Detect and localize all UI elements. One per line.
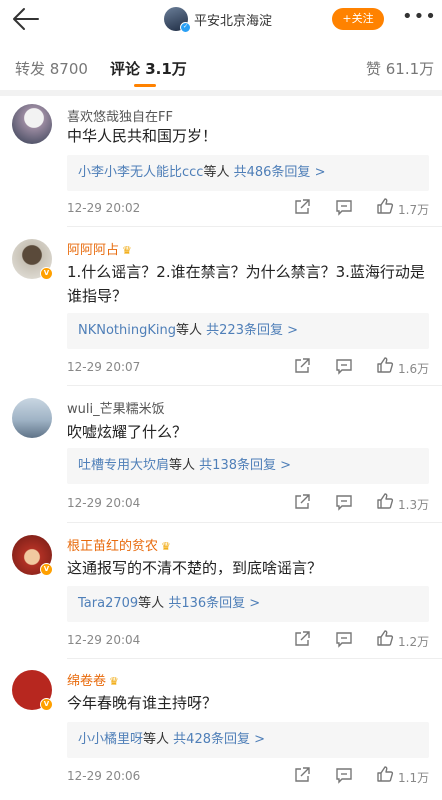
like-thumb-icon[interactable] <box>376 356 394 374</box>
comment-time: 12-29 20:04 <box>67 633 141 647</box>
chevron-right-icon: > <box>287 323 299 338</box>
tab-likes[interactable]: 赞 61.1万 <box>366 58 434 79</box>
tab-comments[interactable]: 评论 3.1万 <box>110 58 187 79</box>
chevron-right-icon: > <box>280 458 292 473</box>
like-thumb-icon[interactable] <box>376 765 394 783</box>
divider <box>67 226 442 227</box>
chevron-right-icon: > <box>249 596 261 611</box>
replies-preview[interactable]: 吐槽专用大坎肩等人 共138条回复 > <box>67 448 429 484</box>
replies-preview[interactable]: 小李小李无人能比ccc等人 共486条回复 > <box>67 155 429 191</box>
verified-badge-icon: ✓ <box>180 22 191 33</box>
crown-icon: ♛ <box>122 244 132 257</box>
like-count: 1.7万 <box>398 203 430 217</box>
reply-users: 吐槽专用大坎肩 <box>78 458 170 473</box>
section-divider <box>0 90 442 96</box>
reply-mid: 等人 <box>203 165 230 180</box>
follow-button[interactable]: +关注 <box>332 8 384 30</box>
replies-preview[interactable]: Tara2709等人 共136条回复 > <box>67 586 429 622</box>
comment-icon[interactable] <box>335 493 353 511</box>
replies-preview[interactable]: NKNothingKing等人 共223条回复 > <box>67 313 429 349</box>
user-avatar[interactable] <box>12 104 52 144</box>
account-header[interactable]: ✓ 平安北京海淀 <box>164 6 272 33</box>
like-count: 1.1万 <box>398 771 430 785</box>
share-icon[interactable] <box>293 357 311 375</box>
tab-repost[interactable]: 转发 8700 <box>15 58 88 79</box>
comment-username[interactable]: 喜欢悠哉独自在FF <box>67 106 173 125</box>
reply-users: NKNothingKing <box>78 323 176 338</box>
account-avatar[interactable]: ✓ <box>164 7 191 33</box>
account-name[interactable]: 平安北京海淀 <box>194 10 272 29</box>
comment-text: 1.什么谣言？2.谁在禁言？为什么禁言？3.蓝海行动是谁指导？ <box>67 263 425 305</box>
top-bar: ✓ 平安北京海淀 +关注 ••• <box>0 0 442 38</box>
reply-mid: 等人 <box>176 323 203 338</box>
comment-text: 这通报写的不清不楚的，到底啥谣言？ <box>67 559 323 577</box>
like-thumb-icon[interactable] <box>376 629 394 647</box>
divider <box>67 385 442 386</box>
like-thumb-icon[interactable] <box>376 492 394 510</box>
divider <box>67 658 442 659</box>
verified-badge-icon: V <box>40 698 53 711</box>
divider <box>67 522 442 523</box>
user-avatar[interactable] <box>12 398 52 438</box>
verified-badge-icon: V <box>40 267 53 280</box>
share-icon[interactable] <box>293 198 311 216</box>
comment-icon[interactable] <box>335 766 353 784</box>
crown-icon: ♛ <box>109 675 119 688</box>
like-count: 1.2万 <box>398 635 430 649</box>
reply-mid: 等人 <box>138 596 165 611</box>
comment-username[interactable]: wuli_芒果糯米饭 <box>67 398 165 417</box>
reply-users: 小小橘里呀 <box>78 732 144 747</box>
like-count: 1.3万 <box>398 498 430 512</box>
comment-text: 中华人民共和国万岁！ <box>67 127 218 145</box>
share-icon[interactable] <box>293 630 311 648</box>
replies-preview[interactable]: 小小橘里呀等人 共428条回复 > <box>67 722 429 758</box>
post-tabs: 转发 8700 评论 3.1万 赞 61.1万 <box>0 46 442 90</box>
comment-time: 12-29 20:07 <box>67 360 141 374</box>
crown-icon: ♛ <box>161 540 171 553</box>
back-arrow-icon[interactable] <box>10 6 40 32</box>
comment-username[interactable]: 绵卷卷 ♛ <box>67 670 119 689</box>
reply-users: 小李小李无人能比ccc <box>78 165 204 180</box>
reply-count: 共138条回复 <box>199 458 276 473</box>
comment-username[interactable]: 阿阿阿占 ♛ <box>67 239 132 258</box>
reply-count: 共486条回复 <box>233 165 311 180</box>
reply-mid: 等人 <box>169 458 196 473</box>
chevron-right-icon: > <box>314 165 326 180</box>
comment-text: 吹嘘炫耀了什么？ <box>67 423 188 441</box>
share-icon[interactable] <box>293 766 311 784</box>
comment-time: 12-29 20:06 <box>67 769 141 783</box>
like-thumb-icon[interactable] <box>376 197 394 215</box>
active-tab-indicator <box>134 84 156 87</box>
reply-count: 共223条回复 <box>206 323 283 338</box>
verified-badge-icon: V <box>40 563 53 576</box>
share-icon[interactable] <box>293 493 311 511</box>
comment-time: 12-29 20:02 <box>67 201 141 215</box>
comment-username[interactable]: 根正苗红的贫农 ♛ <box>67 535 171 554</box>
reply-count: 共136条回复 <box>168 596 246 611</box>
comment-icon[interactable] <box>335 630 353 648</box>
like-count: 1.6万 <box>398 362 430 376</box>
comment-icon[interactable] <box>335 357 353 375</box>
comment-text: 今年春晚有谁主持呀？ <box>67 694 218 712</box>
reply-users: Tara2709 <box>78 596 139 611</box>
reply-mid: 等人 <box>143 732 170 747</box>
reply-count: 共428条回复 <box>173 732 250 747</box>
chevron-right-icon: > <box>254 732 266 747</box>
comment-icon[interactable] <box>335 198 353 216</box>
more-options-icon[interactable]: ••• <box>402 7 436 31</box>
comment-time: 12-29 20:04 <box>67 496 141 510</box>
